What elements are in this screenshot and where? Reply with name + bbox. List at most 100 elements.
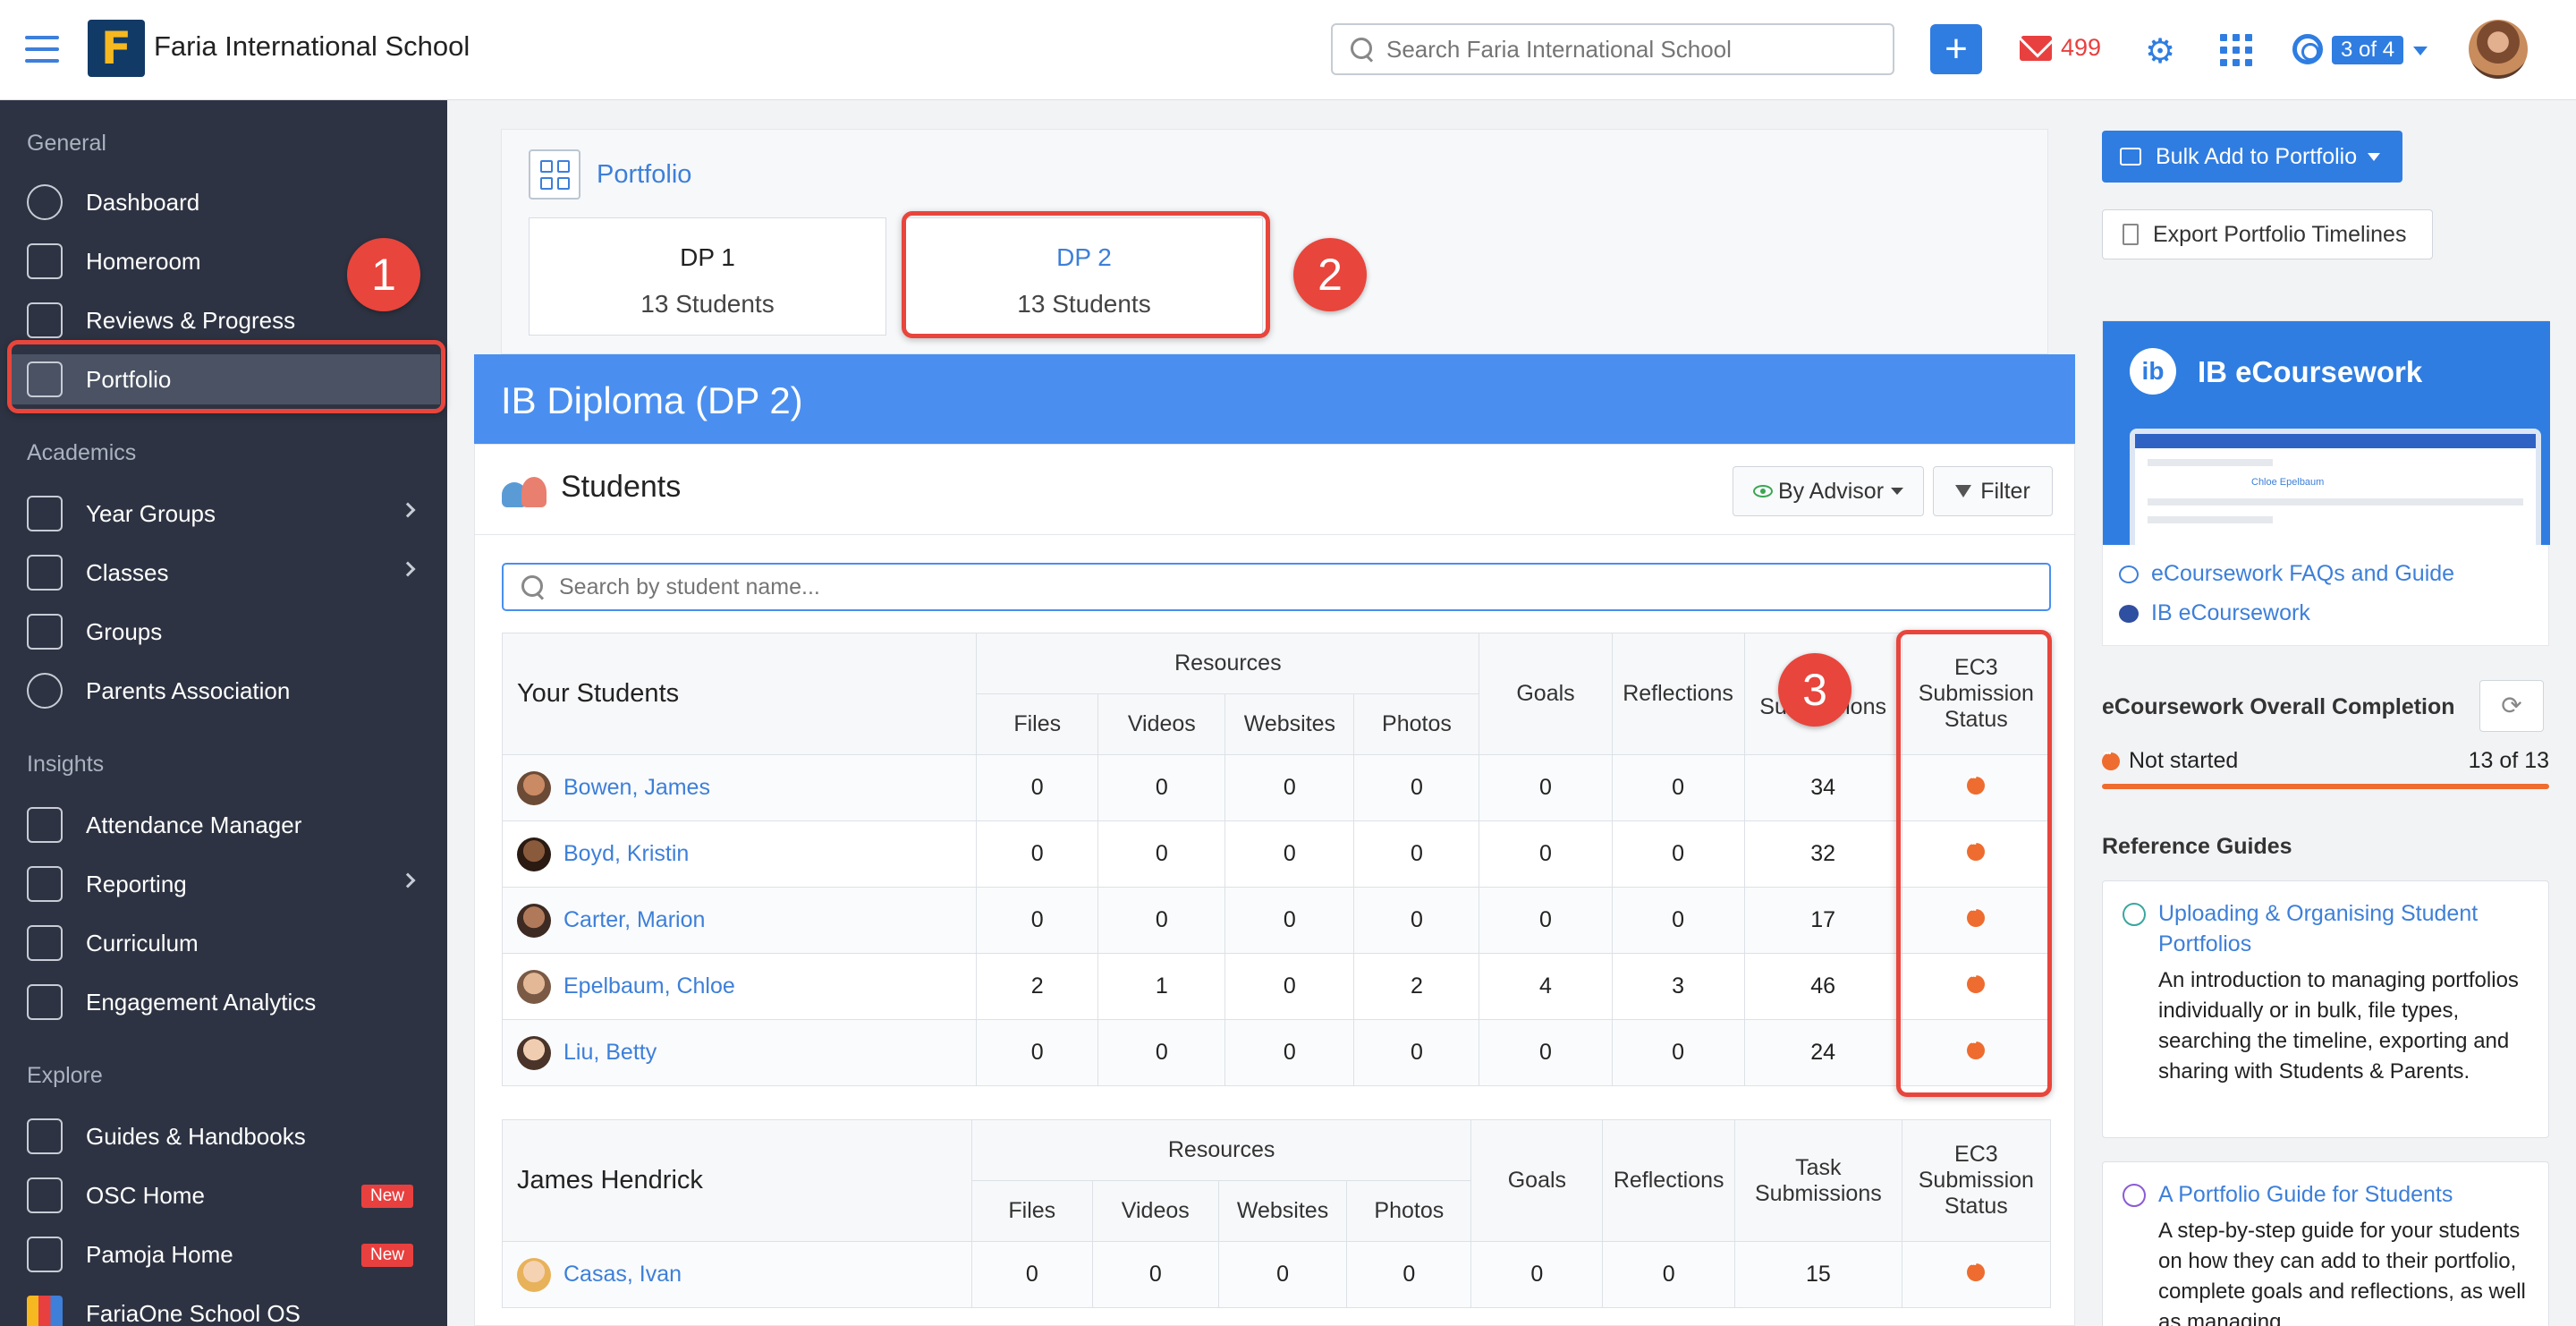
student-link[interactable]: Liu, Betty <box>564 1040 657 1066</box>
reflections-cell: 0 <box>1611 820 1745 888</box>
reference-guide-link[interactable]: Uploading & Organising Student Portfolio… <box>2158 899 2534 960</box>
ib-preview-name: Chloe Epelbaum <box>2251 477 2325 488</box>
students-table-james-hendrick: James Hendrick Resources Goals Reflectio… <box>502 1119 2052 1308</box>
tasks-cell: 15 <box>1734 1241 1902 1308</box>
help-icon[interactable] <box>2292 34 2323 64</box>
sidebar-item-year-groups[interactable]: Year Groups <box>11 489 440 539</box>
sidebar-item-fariaone[interactable]: FariaOne School OS <box>11 1288 440 1326</box>
chevron-down-icon <box>2368 152 2381 161</box>
ecoursework-faq-link[interactable]: eCoursework FAQs and Guide <box>2119 561 2454 587</box>
mail-count[interactable]: 499 <box>2061 34 2101 62</box>
logo-letter: F <box>100 22 132 74</box>
school-name[interactable]: Faria International School <box>154 30 470 63</box>
reflections-cell: 0 <box>1611 754 1745 821</box>
videos-cell: 1 <box>1097 953 1226 1020</box>
map-icon <box>27 925 63 961</box>
sidebar-item-engagement-analytics[interactable]: Engagement Analytics <box>11 977 440 1027</box>
task-submissions-header[interactable]: Task Submissions <box>1734 1119 1902 1242</box>
filter-button[interactable]: Filter <box>1933 466 2053 516</box>
students-title: Students <box>561 470 682 504</box>
sidebar-item-classes[interactable]: Classes <box>11 548 440 598</box>
student-search[interactable] <box>502 563 2051 611</box>
by-advisor-button[interactable]: By Advisor <box>1733 466 1924 516</box>
student-link[interactable]: Bowen, James <box>564 775 710 801</box>
tasks-cell: 17 <box>1743 887 1902 954</box>
ib-hero[interactable]: ib IB eCoursework Chloe Epelbaum <box>2103 321 2550 545</box>
ec3-status-header[interactable]: EC3 Submission Status <box>1901 1119 2052 1242</box>
reflections-cell: 0 <box>1611 1019 1745 1086</box>
reference-guide-link[interactable]: A Portfolio Guide for Students <box>2158 1180 2534 1211</box>
osc-icon <box>27 1177 63 1213</box>
photos-header[interactable]: Photos <box>1353 693 1480 755</box>
student-search-input[interactable] <box>559 574 1990 600</box>
menu-icon[interactable] <box>25 36 59 63</box>
sidebar-item-attendance-manager[interactable]: Attendance Manager <box>11 800 440 850</box>
not-started-icon[interactable] <box>1967 1260 1986 1281</box>
ib-preview-image: Chloe Epelbaum <box>2130 429 2541 545</box>
goals-header[interactable]: Goals <box>1479 633 1613 755</box>
global-search-input[interactable] <box>1386 35 1869 64</box>
school-logo[interactable]: F <box>88 20 145 77</box>
add-button[interactable]: + <box>1930 24 1982 74</box>
search-icon <box>1351 38 1374 61</box>
help-pager-badge[interactable]: 3 of 4 <box>2332 36 2404 64</box>
completion-count: 13 of 13 <box>2468 748 2549 773</box>
websites-cell: 0 <box>1224 887 1355 954</box>
files-header[interactable]: Files <box>976 693 1099 755</box>
dashboard-icon <box>27 184 63 220</box>
reference-guide-card[interactable]: A Portfolio Guide for Students A step-by… <box>2102 1161 2549 1326</box>
cube-icon <box>27 614 63 650</box>
videos-header[interactable]: Videos <box>1091 1180 1219 1242</box>
filter-icon <box>1955 485 1972 497</box>
sidebar-item-groups[interactable]: Groups <box>11 607 440 657</box>
grid-view-icon[interactable] <box>529 149 580 200</box>
apps-grid-icon[interactable] <box>2220 34 2252 66</box>
photos-header[interactable]: Photos <box>1346 1180 1472 1242</box>
sidebar-item-parents-association[interactable]: Parents Association <box>11 666 440 716</box>
sidebar-item-osc-home[interactable]: OSC Home New <box>11 1170 440 1220</box>
student-link[interactable]: Boyd, Kristin <box>564 841 689 867</box>
goals-header[interactable]: Goals <box>1470 1119 1604 1242</box>
table-row: Carter, Marion 0 0 0 0 0 0 17 <box>501 887 2052 954</box>
pamoja-icon <box>27 1237 63 1272</box>
student-link[interactable]: Casas, Ivan <box>564 1262 682 1288</box>
completion-status: Not started <box>2102 748 2238 774</box>
sidebar-item-pamoja-home[interactable]: Pamoja Home New <box>11 1229 440 1279</box>
export-timelines-button[interactable]: Export Portfolio Timelines <box>2102 209 2433 259</box>
chevron-down-icon[interactable] <box>2413 47 2428 55</box>
sidebar-item-label: Parents Association <box>86 676 291 704</box>
group-name: Your Students <box>501 633 978 755</box>
student-link[interactable]: Carter, Marion <box>564 907 705 933</box>
sidebar-item-dashboard[interactable]: Dashboard <box>11 177 440 227</box>
websites-header[interactable]: Websites <box>1224 693 1355 755</box>
reference-guide-card[interactable]: Uploading & Organising Student Portfolio… <box>2102 880 2549 1138</box>
ib-ecoursework-link[interactable]: IB eCoursework <box>2119 600 2310 626</box>
bulk-add-button[interactable]: Bulk Add to Portfolio <box>2102 131 2402 183</box>
sidebar-item-reporting[interactable]: Reporting <box>11 859 440 909</box>
files-cell: 0 <box>970 1241 1093 1308</box>
gear-icon[interactable]: ⚙ <box>2145 34 2175 68</box>
refresh-button[interactable]: ⟳ <box>2479 680 2544 732</box>
user-avatar[interactable] <box>2469 20 2528 79</box>
status-label: Not started <box>2129 748 2239 773</box>
global-search[interactable] <box>1331 23 1894 75</box>
files-cell: 0 <box>976 754 1099 821</box>
student-link[interactable]: Epelbaum, Chloe <box>564 973 735 999</box>
videos-header[interactable]: Videos <box>1097 693 1226 755</box>
sidebar-item-label: Dashboard <box>86 188 200 216</box>
websites-cell: 0 <box>1224 1019 1355 1086</box>
sidebar-item-guides-handbooks[interactable]: Guides & Handbooks <box>11 1111 440 1161</box>
student-cell: Bowen, James <box>501 754 978 821</box>
mail-icon[interactable] <box>2020 36 2052 61</box>
new-badge: New <box>360 1244 413 1267</box>
reflections-header[interactable]: Reflections <box>1611 633 1745 755</box>
tab-dp1[interactable]: DP 1 13 Students <box>529 217 886 336</box>
year-groups-icon <box>27 496 63 531</box>
reflections-header[interactable]: Reflections <box>1602 1119 1735 1242</box>
portfolio-header: Portfolio DP 1 13 Students DP 2 13 Stude… <box>501 129 2048 354</box>
callout-number-1: 1 <box>347 238 420 311</box>
portfolio-title[interactable]: Portfolio <box>597 160 691 190</box>
websites-header[interactable]: Websites <box>1217 1180 1348 1242</box>
sidebar-item-curriculum[interactable]: Curriculum <box>11 918 440 968</box>
files-header[interactable]: Files <box>970 1180 1093 1242</box>
